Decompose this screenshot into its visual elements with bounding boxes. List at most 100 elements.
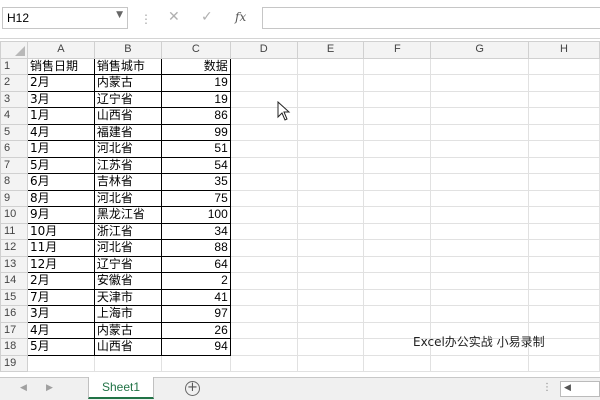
column-header-d[interactable]: D [229, 41, 298, 59]
cell-h[interactable] [528, 222, 600, 240]
row-header[interactable]: 3 [0, 90, 28, 108]
cell-b[interactable]: 辽宁省 [93, 255, 162, 273]
cell-f[interactable] [363, 74, 432, 92]
cell-b[interactable] [93, 354, 162, 372]
row-header[interactable]: 2 [0, 74, 28, 92]
column-header-h[interactable]: H [528, 41, 600, 59]
cell-c[interactable]: 99 [160, 123, 231, 141]
cell-c[interactable]: 51 [160, 140, 231, 158]
cell-h[interactable] [528, 123, 600, 141]
formula-input[interactable] [262, 7, 600, 29]
cell-h[interactable] [528, 90, 600, 108]
column-header-f[interactable]: F [363, 41, 432, 59]
cell-e[interactable] [296, 272, 365, 290]
cell-b[interactable]: 安徽省 [93, 272, 162, 290]
cell-e[interactable] [296, 354, 365, 372]
cell-g[interactable] [430, 272, 530, 290]
cell-g[interactable] [430, 288, 530, 306]
cell-c[interactable]: 54 [160, 156, 231, 174]
column-header-b[interactable]: B [93, 41, 162, 59]
cell-f[interactable] [363, 272, 432, 290]
cell-d[interactable] [229, 272, 298, 290]
cell-c[interactable]: 41 [160, 288, 231, 306]
cell-g[interactable] [430, 90, 530, 108]
cell-h[interactable] [528, 57, 600, 75]
cell-b[interactable]: 销售城市 [93, 57, 162, 75]
cell-e[interactable] [296, 288, 365, 306]
cell-e[interactable] [296, 74, 365, 92]
cell-c[interactable]: 100 [160, 206, 231, 224]
cell-c[interactable]: 97 [160, 305, 231, 323]
cell-c[interactable]: 94 [160, 338, 231, 356]
cell-e[interactable] [296, 338, 365, 356]
scroll-tabs-right-icon[interactable]: ▶ [46, 383, 53, 393]
scroll-left-icon[interactable]: ◀ [564, 383, 571, 393]
cell-f[interactable] [363, 189, 432, 207]
cell-h[interactable] [528, 206, 600, 224]
cell-a[interactable]: 5月 [26, 338, 95, 356]
row-header[interactable]: 18 [0, 338, 28, 356]
cell-c[interactable]: 64 [160, 255, 231, 273]
cell-c[interactable]: 数据 [160, 57, 231, 75]
cell-d[interactable] [229, 156, 298, 174]
cell-e[interactable] [296, 123, 365, 141]
cell-a[interactable]: 9月 [26, 206, 95, 224]
cell-b[interactable]: 河北省 [93, 140, 162, 158]
add-sheet-icon[interactable]: + [185, 381, 200, 396]
cell-d[interactable] [229, 305, 298, 323]
cell-g[interactable] [430, 123, 530, 141]
cell-d[interactable] [229, 140, 298, 158]
cell-b[interactable]: 天津市 [93, 288, 162, 306]
cell-b[interactable]: 江苏省 [93, 156, 162, 174]
cell-g[interactable] [430, 206, 530, 224]
cell-a[interactable]: 11月 [26, 239, 95, 257]
cell-d[interactable] [229, 239, 298, 257]
row-header[interactable]: 5 [0, 123, 28, 141]
cell-e[interactable] [296, 206, 365, 224]
cell-b[interactable]: 山西省 [93, 338, 162, 356]
cell-d[interactable] [229, 57, 298, 75]
cell-a[interactable]: 2月 [26, 74, 95, 92]
cell-h[interactable] [528, 107, 600, 125]
cell-g[interactable] [430, 57, 530, 75]
row-header[interactable]: 10 [0, 206, 28, 224]
cell-g[interactable] [430, 107, 530, 125]
cell-h[interactable] [528, 288, 600, 306]
column-header-e[interactable]: E [296, 41, 365, 59]
cell-c[interactable]: 26 [160, 321, 231, 339]
cell-g[interactable] [430, 173, 530, 191]
cell-c[interactable]: 88 [160, 239, 231, 257]
cell-b[interactable]: 浙江省 [93, 222, 162, 240]
cell-h[interactable] [528, 173, 600, 191]
sheet-tab-sheet1[interactable]: Sheet1 [88, 377, 154, 399]
cell-grid[interactable]: A B C D E F G H 1 销售日期 销售城市 数据 2 2月 内蒙古 19 3 3月 辽宁… [0, 41, 600, 372]
cell-g[interactable] [430, 239, 530, 257]
cell-f[interactable] [363, 107, 432, 125]
cell-b[interactable]: 辽宁省 [93, 90, 162, 108]
horizontal-scrollbar[interactable]: ◀ [560, 381, 600, 397]
cell-d[interactable] [229, 338, 298, 356]
cell-c[interactable] [160, 354, 231, 372]
cell-a[interactable]: 1月 [26, 107, 95, 125]
select-all-corner[interactable] [0, 41, 28, 59]
cell-a[interactable]: 3月 [26, 305, 95, 323]
cell-c[interactable]: 19 [160, 74, 231, 92]
row-header[interactable]: 8 [0, 173, 28, 191]
cell-f[interactable] [363, 90, 432, 108]
cell-a[interactable]: 4月 [26, 321, 95, 339]
name-box[interactable]: H12 ▼ [2, 7, 128, 29]
cell-e[interactable] [296, 239, 365, 257]
cell-b[interactable]: 内蒙古 [93, 321, 162, 339]
cell-d[interactable] [229, 288, 298, 306]
cell-a[interactable]: 1月 [26, 140, 95, 158]
cell-a[interactable]: 2月 [26, 272, 95, 290]
cell-g[interactable] [430, 354, 530, 372]
cell-c[interactable]: 35 [160, 173, 231, 191]
cell-f[interactable] [363, 206, 432, 224]
cell-h[interactable] [528, 354, 600, 372]
cell-h[interactable] [528, 156, 600, 174]
cell-e[interactable] [296, 189, 365, 207]
cell-d[interactable] [229, 74, 298, 92]
cell-b[interactable]: 山西省 [93, 107, 162, 125]
cell-f[interactable] [363, 305, 432, 323]
